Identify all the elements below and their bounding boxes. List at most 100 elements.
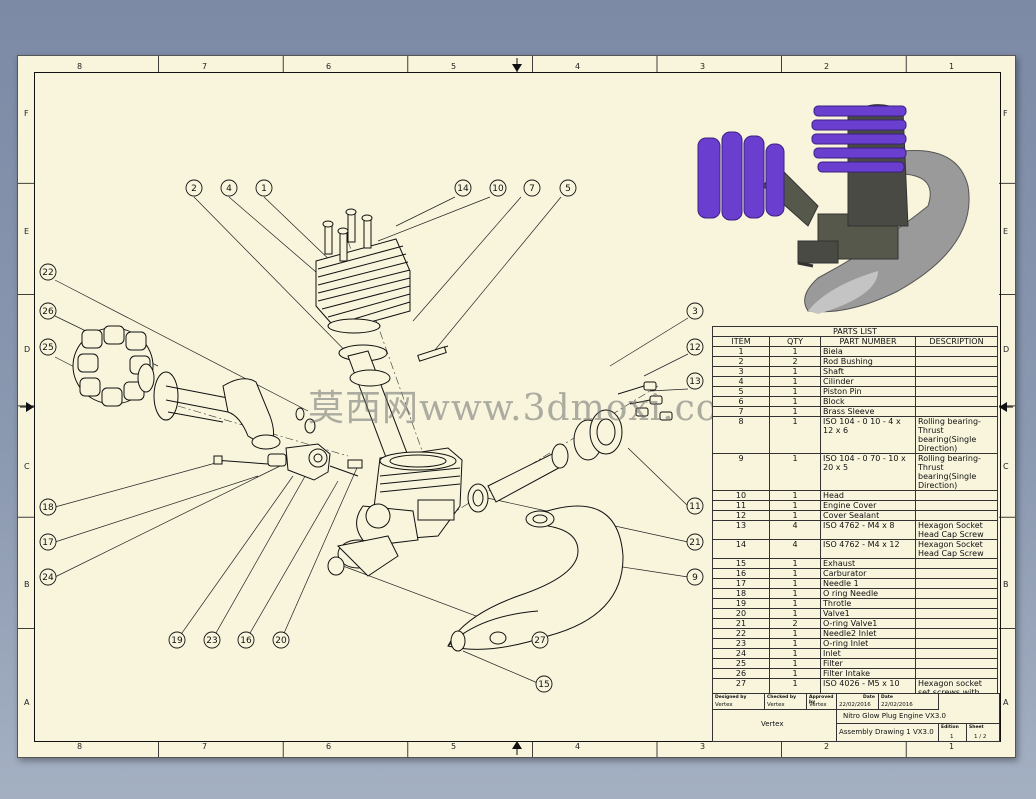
item-cell: 3 — [712, 366, 770, 377]
designed-by-label: Designed by — [715, 695, 747, 700]
item-cell: 16 — [712, 568, 770, 579]
item-cell: 23 — [712, 638, 770, 649]
balloon-label: 16 — [240, 636, 252, 646]
item-balloon: 10 — [489, 179, 507, 197]
item-cell: 22 — [712, 628, 770, 639]
isometric-render — [697, 104, 970, 314]
table-row: 16 1 Carburator — [712, 568, 998, 579]
table-row: 25 1 Filter — [712, 658, 998, 669]
part-number-cell: ISO 4762 - M4 x 8 — [820, 520, 916, 540]
description-cell — [915, 598, 998, 609]
item-balloon: 2 — [185, 179, 203, 197]
column-header-description: DESCRIPTION — [915, 336, 998, 347]
item-cell: 15 — [712, 558, 770, 569]
description-cell — [915, 658, 998, 669]
table-row: 22 1 Needle2 Inlet — [712, 628, 998, 639]
description-cell — [915, 558, 998, 569]
checked-by-cell: Checked by Vertex — [765, 694, 807, 710]
part-number-cell: Piston Pin — [820, 386, 916, 397]
qty-cell: 1 — [769, 396, 821, 407]
balloon-label: 23 — [206, 636, 217, 646]
table-row: 2 2 Rod Bushing — [712, 356, 998, 367]
description-cell — [915, 668, 998, 679]
part-number-cell: Throtle — [820, 598, 916, 609]
balloon-label: 15 — [538, 680, 549, 690]
item-cell: 18 — [712, 588, 770, 599]
item-balloon: 1 — [255, 179, 273, 197]
item-cell: 14 — [712, 539, 770, 559]
qty-cell: 1 — [769, 406, 821, 417]
drawing-title: Nitro Glow Plug Engine VX3.0 — [843, 712, 946, 720]
description-cell — [915, 366, 998, 377]
description-cell — [915, 490, 998, 501]
description-cell: Rolling bearing-Thrust bearing(Single Di… — [915, 416, 998, 454]
part-number-cell: O-ring Inlet — [820, 638, 916, 649]
balloon-label: 27 — [534, 636, 545, 646]
item-balloon: 22 — [39, 263, 57, 281]
part-number-cell: Shaft — [820, 366, 916, 377]
item-balloon: 18 — [39, 498, 57, 516]
item-cell: 24 — [712, 648, 770, 659]
date2-cell: Date 22/02/2016 — [879, 694, 939, 710]
part-number-cell: Carburator — [820, 568, 916, 579]
drawing-subtitle: Assembly Drawing 1 VX3.0 — [839, 728, 934, 736]
item-balloon: 27 — [531, 631, 549, 649]
balloon-label: 14 — [457, 184, 469, 194]
table-row: 4 1 Cilinder — [712, 376, 998, 387]
edition-value: 1 — [950, 734, 954, 740]
table-row: 12 1 Cover Sealant — [712, 510, 998, 521]
column-header-item: ITEM — [712, 336, 770, 347]
qty-cell: 1 — [769, 416, 821, 454]
item-balloon: 23 — [203, 631, 221, 649]
table-row: 24 1 Inlet — [712, 648, 998, 659]
item-cell: 4 — [712, 376, 770, 387]
part-number-cell: Filter Intake — [820, 668, 916, 679]
item-balloon: 15 — [535, 675, 553, 693]
date2-value: 22/02/2016 — [881, 702, 913, 708]
item-cell: 7 — [712, 406, 770, 417]
item-balloon: 26 — [39, 302, 57, 320]
item-cell: 2 — [712, 356, 770, 367]
part-number-cell: Head — [820, 490, 916, 501]
description-cell — [915, 396, 998, 407]
item-balloon: 17 — [39, 533, 57, 551]
item-balloon: 9 — [686, 568, 704, 586]
balloon-label: 24 — [42, 573, 54, 583]
edition-cell: Edition 1 — [939, 724, 967, 741]
description-cell: Hexagon Socket Head Cap Screw — [915, 539, 998, 559]
date-cell: Date 22/02/2016 — [837, 694, 879, 710]
description-cell — [915, 346, 998, 357]
balloon-label: 26 — [42, 307, 54, 317]
part-number-cell: Filter — [820, 658, 916, 669]
approved-by-cell: Approved by Vertex — [807, 694, 837, 710]
item-cell: 5 — [712, 386, 770, 397]
part-number-cell: ISO 4762 - M4 x 12 — [820, 539, 916, 559]
qty-cell: 1 — [769, 608, 821, 619]
item-cell: 13 — [712, 520, 770, 540]
item-cell: 20 — [712, 608, 770, 619]
table-row: 11 1 Engine Cover — [712, 500, 998, 511]
balloon-label: 9 — [692, 573, 698, 583]
checked-by-label: Checked by — [767, 695, 797, 700]
item-cell: 17 — [712, 578, 770, 589]
part-number-cell: Rod Bushing — [820, 356, 916, 367]
description-cell — [915, 638, 998, 649]
part-number-cell: Engine Cover — [820, 500, 916, 511]
description-cell — [915, 648, 998, 659]
item-cell: 19 — [712, 598, 770, 609]
balloon-label: 1 — [261, 184, 267, 194]
qty-cell: 1 — [769, 658, 821, 669]
date-value: 22/02/2016 — [839, 702, 871, 708]
part-number-cell: Exhaust — [820, 558, 916, 569]
qty-cell: 1 — [769, 628, 821, 639]
item-balloon: 11 — [686, 497, 704, 515]
item-balloon: 4 — [220, 179, 238, 197]
part-number-cell: Needle2 Inlet — [820, 628, 916, 639]
balloon-label: 25 — [42, 343, 53, 353]
parts-list-title: PARTS LIST — [712, 326, 998, 337]
balloon-label: 19 — [171, 636, 183, 646]
qty-cell: 4 — [769, 520, 821, 540]
qty-cell: 1 — [769, 386, 821, 397]
qty-cell: 1 — [769, 376, 821, 387]
qty-cell: 1 — [769, 578, 821, 589]
